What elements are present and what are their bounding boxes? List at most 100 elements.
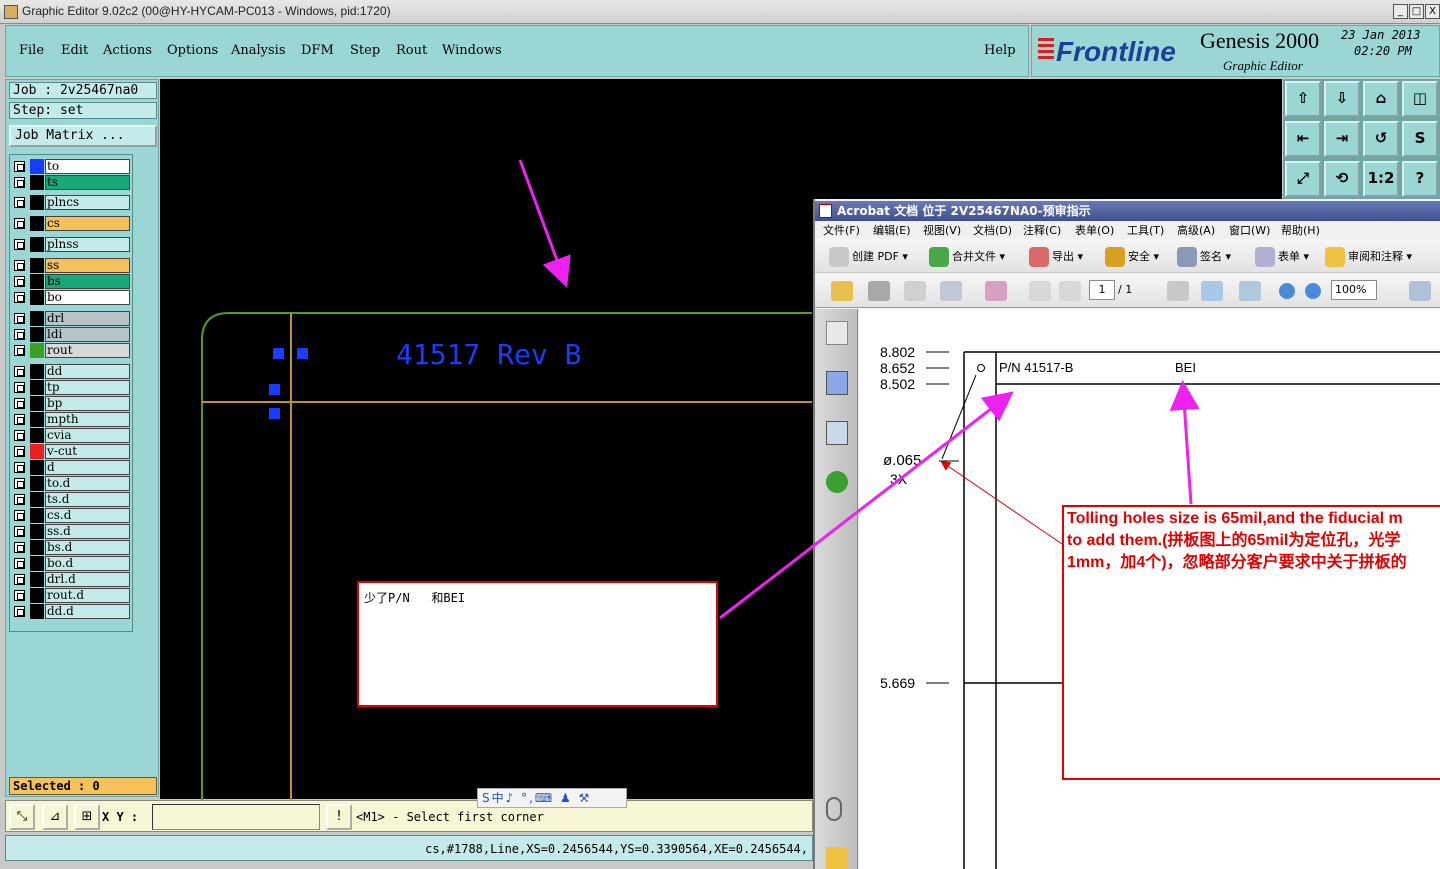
layer-name[interactable]: drl.d bbox=[45, 572, 130, 587]
rotate-icon[interactable]: ↺ bbox=[1363, 121, 1399, 157]
layer-checkbox[interactable] bbox=[14, 558, 25, 569]
move-up-icon[interactable]: ⇧ bbox=[1285, 81, 1321, 117]
layer-row[interactable]: plncs bbox=[12, 195, 130, 210]
layer-name[interactable]: drl bbox=[45, 311, 130, 326]
zoom-tool-icon[interactable] bbox=[1239, 281, 1261, 301]
attachment-icon[interactable] bbox=[826, 797, 842, 821]
layer-row[interactable]: v-cut bbox=[12, 444, 130, 459]
layer-name[interactable]: bs.d bbox=[45, 540, 130, 555]
layer-name[interactable]: rout bbox=[45, 343, 130, 358]
zoom-center-icon[interactable]: ⟲ bbox=[1324, 161, 1360, 197]
layer-checkbox[interactable] bbox=[14, 329, 25, 340]
layer-checkbox[interactable] bbox=[14, 430, 25, 441]
zoom-out-icon[interactable] bbox=[1279, 283, 1295, 299]
menu-options[interactable]: Options bbox=[167, 43, 218, 58]
job-matrix-button[interactable]: Job Matrix ... bbox=[9, 125, 157, 147]
layer-row[interactable]: ts bbox=[12, 175, 130, 190]
layer-name[interactable]: plncs bbox=[45, 195, 130, 210]
layer-row[interactable]: dd.d bbox=[12, 604, 130, 619]
layer-name[interactable]: plnss bbox=[45, 237, 130, 252]
layer-row[interactable]: to.d bbox=[12, 476, 130, 491]
page-number-input[interactable]: 1 bbox=[1089, 280, 1115, 300]
layer-name[interactable]: v-cut bbox=[45, 444, 130, 459]
layer-row[interactable]: ss.d bbox=[12, 524, 130, 539]
menu-windows[interactable]: Windows bbox=[442, 43, 502, 58]
layer-name[interactable]: ss bbox=[45, 258, 130, 273]
acrobat-menu-item[interactable]: 编辑(E) bbox=[873, 222, 911, 238]
layer-row[interactable]: rout.d bbox=[12, 588, 130, 603]
layer-row[interactable]: to bbox=[12, 159, 130, 174]
layer-checkbox[interactable] bbox=[14, 260, 25, 271]
layer-checkbox[interactable] bbox=[14, 542, 25, 553]
menu-dfm[interactable]: DFM bbox=[301, 43, 334, 58]
fit-width-icon[interactable] bbox=[1409, 281, 1431, 301]
menu-edit[interactable]: Edit bbox=[61, 43, 88, 58]
create-pdf-button[interactable]: 创建 PDF ▾ bbox=[829, 247, 908, 267]
panel-icon[interactable]: ◫ bbox=[1402, 81, 1438, 117]
acrobat-menu-item[interactable]: 工具(T) bbox=[1127, 222, 1164, 238]
layer-checkbox[interactable] bbox=[14, 414, 25, 425]
layer-row[interactable]: d bbox=[12, 460, 130, 475]
menu-file[interactable]: File bbox=[19, 43, 44, 58]
close-button[interactable]: X bbox=[1425, 4, 1440, 19]
pan-left-icon[interactable]: ⇤ bbox=[1285, 121, 1321, 157]
layer-name[interactable]: tp bbox=[45, 380, 130, 395]
layer-name[interactable]: ts.d bbox=[45, 492, 130, 507]
layer-row[interactable]: drl.d bbox=[12, 572, 130, 587]
measure-icon[interactable]: ⤡ bbox=[9, 804, 35, 830]
layer-name[interactable]: mpth bbox=[45, 412, 130, 427]
layer-name[interactable]: ts bbox=[45, 175, 130, 190]
fit-icon[interactable]: ⤢ bbox=[1285, 161, 1321, 197]
layer-row[interactable]: cs bbox=[12, 216, 130, 231]
hand-tool-icon[interactable] bbox=[1201, 281, 1223, 301]
email-icon[interactable] bbox=[940, 281, 962, 301]
comments-icon[interactable] bbox=[826, 847, 848, 869]
layer-name[interactable]: cs bbox=[45, 216, 130, 231]
alert-icon[interactable]: ! bbox=[326, 804, 352, 830]
layer-checkbox[interactable] bbox=[14, 606, 25, 617]
layer-name[interactable]: ss.d bbox=[45, 524, 130, 539]
acrobat-menu-item[interactable]: 文档(D) bbox=[973, 222, 1012, 238]
layer-row[interactable]: tp bbox=[12, 380, 130, 395]
layer-row[interactable]: bp bbox=[12, 396, 130, 411]
menu-step[interactable]: Step bbox=[350, 43, 380, 58]
layer-row[interactable]: cs.d bbox=[12, 508, 130, 523]
review-comment-button[interactable]: 审阅和注释 ▾ bbox=[1325, 247, 1412, 267]
layer-name[interactable]: to.d bbox=[45, 476, 130, 491]
menu-actions[interactable]: Actions bbox=[103, 43, 152, 58]
next-page-icon[interactable] bbox=[1059, 281, 1081, 301]
select-tool-icon[interactable] bbox=[1167, 281, 1189, 301]
layer-name[interactable]: rout.d bbox=[45, 588, 130, 603]
layer-row[interactable]: dd bbox=[12, 364, 130, 379]
layer-checkbox[interactable] bbox=[14, 494, 25, 505]
layer-checkbox[interactable] bbox=[14, 161, 25, 172]
layer-row[interactable]: mpth bbox=[12, 412, 130, 427]
layer-checkbox[interactable] bbox=[14, 398, 25, 409]
help-icon[interactable] bbox=[826, 471, 848, 493]
acrobat-menu-item[interactable]: 窗口(W) bbox=[1229, 222, 1270, 238]
layer-row[interactable]: cvia bbox=[12, 428, 130, 443]
layer-name[interactable]: bs bbox=[45, 274, 130, 289]
layer-checkbox[interactable] bbox=[14, 590, 25, 601]
menu-rout[interactable]: Rout bbox=[396, 43, 427, 58]
layer-name[interactable]: ldi bbox=[45, 327, 130, 342]
layer-row[interactable]: bo.d bbox=[12, 556, 130, 571]
layer-checkbox[interactable] bbox=[14, 462, 25, 473]
layer-checkbox[interactable] bbox=[14, 366, 25, 377]
layer-row[interactable]: bo bbox=[12, 290, 130, 305]
find-icon[interactable] bbox=[985, 281, 1007, 301]
layer-checkbox[interactable] bbox=[14, 526, 25, 537]
layer-checkbox[interactable] bbox=[14, 313, 25, 324]
layer-row[interactable]: plnss bbox=[12, 237, 130, 252]
sign-button[interactable]: 签名 ▾ bbox=[1177, 247, 1231, 267]
layer-row[interactable]: ss bbox=[12, 258, 130, 273]
scale-icon[interactable]: 1:2 bbox=[1363, 161, 1399, 197]
layer-name[interactable]: d bbox=[45, 460, 130, 475]
xy-input[interactable] bbox=[152, 804, 320, 830]
layer-name[interactable]: cvia bbox=[45, 428, 130, 443]
menu-analysis[interactable]: Analysis bbox=[231, 43, 286, 58]
layer-name[interactable]: to bbox=[45, 159, 130, 174]
layer-checkbox[interactable] bbox=[14, 292, 25, 303]
security-button[interactable]: 安全 ▾ bbox=[1105, 247, 1159, 267]
snake-icon[interactable]: S bbox=[1402, 121, 1438, 157]
